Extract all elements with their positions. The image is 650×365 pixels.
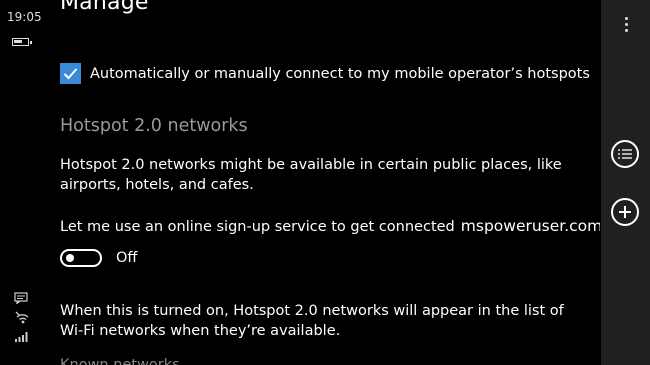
more-icon[interactable] bbox=[615, 12, 637, 36]
page-title: Manage bbox=[60, 0, 149, 15]
checkmark-icon bbox=[63, 68, 78, 80]
signup-label: Let me use an online sign-up service to … bbox=[60, 219, 455, 235]
app-bar bbox=[601, 0, 650, 365]
section-heading: Hotspot 2.0 networks bbox=[60, 116, 248, 136]
known-networks-heading: Known networks bbox=[60, 357, 180, 365]
toggle-knob bbox=[66, 254, 74, 262]
operator-hotspots-setting[interactable]: Automatically or manually connect to my … bbox=[60, 63, 590, 84]
signup-setting: Let me use an online sign-up service to … bbox=[60, 217, 600, 235]
operator-hotspots-checkbox[interactable] bbox=[60, 63, 81, 84]
select-button[interactable] bbox=[611, 140, 639, 168]
select-list-icon bbox=[618, 149, 632, 159]
toggle-note: When this is turned on, Hotspot 2.0 netw… bbox=[60, 303, 564, 339]
message-icon bbox=[14, 292, 28, 304]
signup-toggle[interactable] bbox=[60, 249, 102, 267]
signal-icon bbox=[15, 332, 28, 342]
status-time: 19:05 bbox=[7, 10, 42, 24]
watermark-text: mspoweruser.com bbox=[460, 217, 600, 235]
status-bar: 19:05 bbox=[0, 0, 42, 365]
wifi-icon bbox=[15, 311, 29, 324]
hotspot-description: Hotspot 2.0 networks might be available … bbox=[60, 157, 562, 193]
checkbox-label: Automatically or manually connect to my … bbox=[90, 65, 590, 82]
toggle-state-label: Off bbox=[116, 250, 138, 266]
status-icons bbox=[14, 292, 30, 348]
settings-content: Manage Automatically or manually connect… bbox=[60, 0, 600, 365]
add-icon bbox=[619, 206, 631, 218]
signup-toggle-row[interactable]: Off bbox=[60, 249, 137, 267]
add-button[interactable] bbox=[611, 198, 639, 226]
battery-icon bbox=[12, 38, 32, 46]
